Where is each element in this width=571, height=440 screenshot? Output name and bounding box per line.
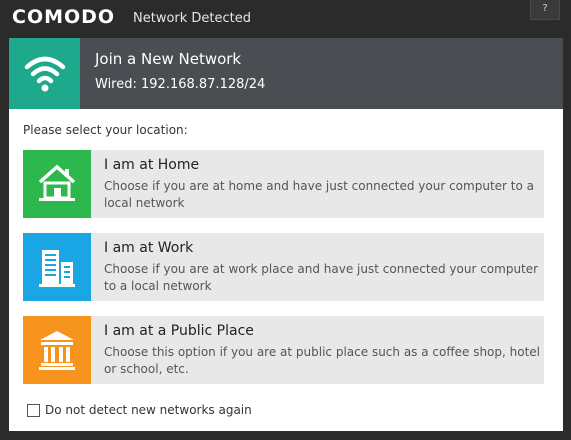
wifi-icon [24, 56, 66, 92]
title-bar[interactable]: COMODO Network Detected ? [0, 0, 571, 37]
option-home-title: I am at Home [104, 157, 200, 173]
option-public-title: I am at a Public Place [104, 323, 254, 339]
do-not-detect-label[interactable]: Do not detect new networks again [45, 403, 252, 417]
home-icon-tile [23, 150, 91, 218]
location-panel: Please select your location: I am at Hom… [9, 109, 563, 431]
network-header: Join a New Network Wired: 192.168.87.128… [9, 38, 563, 109]
office-building-icon [39, 250, 75, 287]
option-work[interactable]: I am at Work Choose if you are at work p… [23, 233, 544, 301]
network-detected-window: COMODO Network Detected ? Join a New Net… [0, 0, 571, 440]
option-home-description: Choose if you are at home and have just … [104, 179, 534, 210]
do-not-detect-checkbox[interactable] [27, 404, 40, 417]
header-title: Join a New Network [95, 50, 242, 68]
public-building-icon [39, 331, 75, 370]
window-title: Network Detected [133, 11, 252, 26]
option-work-title: I am at Work [104, 240, 194, 256]
option-work-description: Choose if you are at work place and have… [104, 262, 539, 293]
comodo-logo: COMODO [12, 6, 116, 28]
location-prompt: Please select your location: [23, 123, 188, 137]
network-address: Wired: 192.168.87.128/24 [95, 77, 266, 92]
office-building-icon-tile [23, 233, 91, 301]
wifi-icon-tile [9, 38, 80, 109]
home-icon [38, 164, 76, 201]
option-home[interactable]: I am at Home Choose if you are at home a… [23, 150, 544, 218]
public-building-icon-tile [23, 316, 91, 384]
option-public-place[interactable]: I am at a Public Place Choose this optio… [23, 316, 544, 384]
help-button[interactable]: ? [530, 0, 560, 20]
option-public-description: Choose this option if you are at public … [104, 345, 541, 376]
